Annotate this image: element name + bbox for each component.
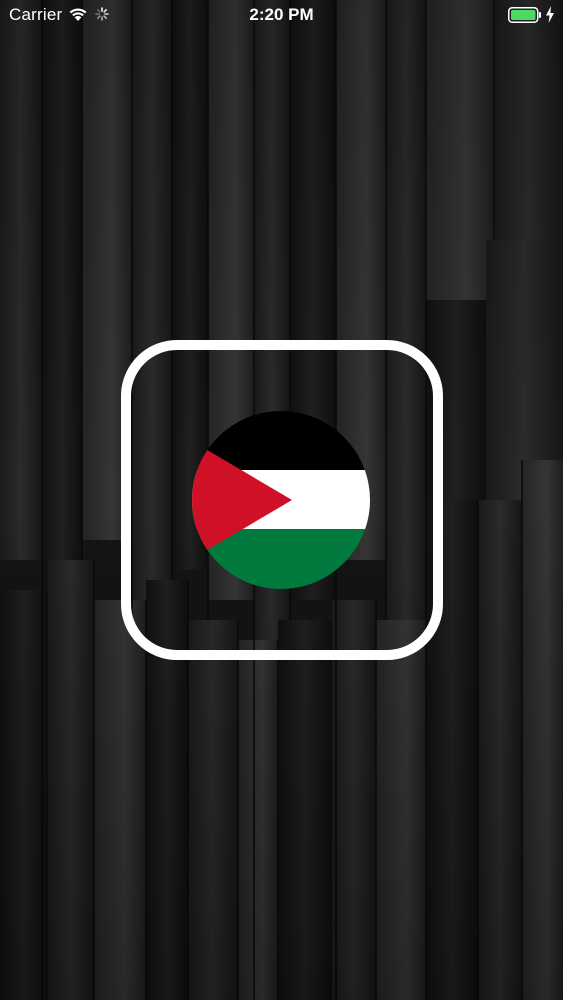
charging-bolt-icon (546, 6, 554, 23)
status-time: 2:20 PM (249, 5, 314, 24)
palestine-flag-icon (192, 411, 370, 589)
status-bar: Carrier 2:20 PM (0, 0, 563, 30)
battery-full-icon (508, 7, 541, 23)
splash-screen: Carrier 2:20 PM (0, 0, 563, 1000)
